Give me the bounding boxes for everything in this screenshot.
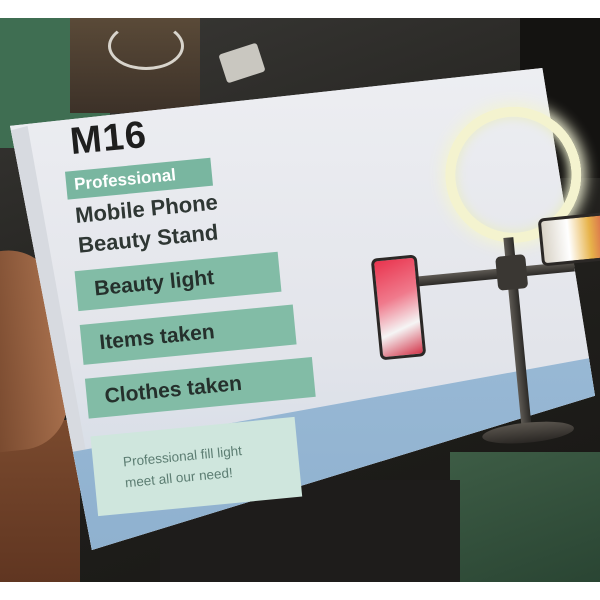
bottom-border [0, 582, 600, 600]
stand-joint [495, 254, 529, 291]
background-cable [108, 22, 184, 70]
feature-beauty-light: Beauty light [74, 251, 282, 312]
feature-clothes-taken: Clothes taken [84, 356, 316, 419]
background-socket [218, 42, 266, 84]
model-number: M16 [68, 113, 149, 164]
feature-items-taken: Items taken [79, 304, 297, 365]
box-print: M16 Professional Mobile Phone Beauty Sta… [60, 68, 600, 558]
product-illustration [349, 68, 600, 470]
slogan-panel: Professional fill light meet all our nee… [90, 416, 303, 517]
top-border [0, 0, 600, 18]
photo-scene: M16 Professional Mobile Phone Beauty Sta… [0, 0, 600, 600]
phone-right [537, 209, 600, 267]
phone-left [370, 254, 427, 361]
stand-base [481, 418, 575, 447]
